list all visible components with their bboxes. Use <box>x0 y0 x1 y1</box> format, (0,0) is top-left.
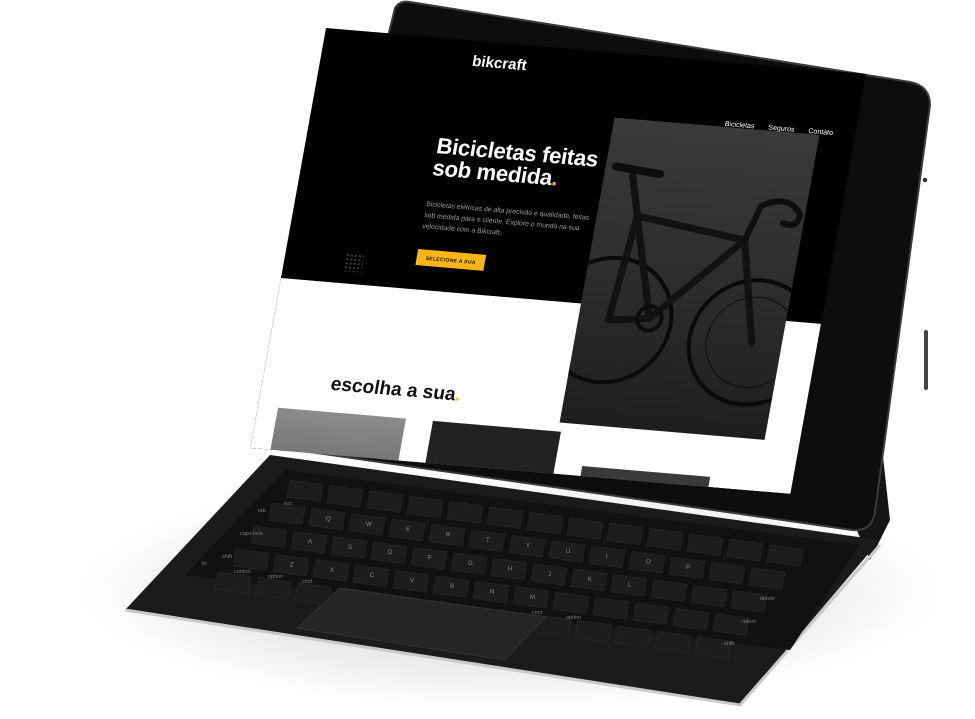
modifier-key-label: fn <box>202 561 207 567</box>
key-label: Z <box>290 562 294 568</box>
hero-description: Bicicletas elétricas de alta precisão e … <box>421 201 590 237</box>
modifier-key-label: return <box>742 619 756 625</box>
key-label: J <box>548 572 551 578</box>
key-label: U <box>566 549 570 555</box>
key-label: C <box>370 573 375 579</box>
dot-pattern <box>343 253 365 273</box>
modifier-key-label: delete <box>760 596 775 602</box>
modifier-key-label: esc <box>284 501 293 507</box>
key-label: V <box>410 579 414 585</box>
key-label: T <box>486 538 490 544</box>
key-label: P <box>686 565 690 571</box>
key-label: R <box>446 533 451 539</box>
key-label: D <box>388 550 393 556</box>
key-label: Y <box>526 543 530 549</box>
key-label: N <box>490 589 494 595</box>
modifier-key-label: shift <box>222 554 233 560</box>
key-label: M <box>530 595 535 601</box>
site-logo[interactable]: bikcraft <box>471 53 528 75</box>
key-label: A <box>308 539 312 545</box>
volume-buttons <box>924 330 928 390</box>
modifier-key-label: cmd <box>302 579 312 585</box>
key-label: Q <box>326 516 331 522</box>
modifier-key-label: shift <box>724 641 735 647</box>
key-label: W <box>366 522 372 528</box>
key-label: K <box>588 577 592 583</box>
key-label: X <box>330 568 334 574</box>
key-label: G <box>468 561 473 567</box>
key-label: F <box>428 556 432 562</box>
modifier-key-label: caps lock <box>240 531 263 537</box>
key-label: B <box>450 584 454 590</box>
camera-icon <box>922 177 928 183</box>
key-label: S <box>348 545 352 551</box>
modifier-key-label: control <box>234 569 251 575</box>
modifier-key-label: option <box>566 615 581 621</box>
select-bike-button[interactable]: SELECIONE A SUA <box>415 249 487 271</box>
key-label: E <box>406 527 410 533</box>
tablet-screen: bikcraft Bicicletas Seguros Contato Bici… <box>250 28 866 494</box>
modifier-key-label: tab <box>258 508 266 514</box>
key-label: O <box>646 560 651 566</box>
modifier-key-label: option <box>268 574 283 580</box>
key-label: H <box>508 566 512 572</box>
hero-title: Bicicletas feitas sob medida. <box>431 133 639 196</box>
